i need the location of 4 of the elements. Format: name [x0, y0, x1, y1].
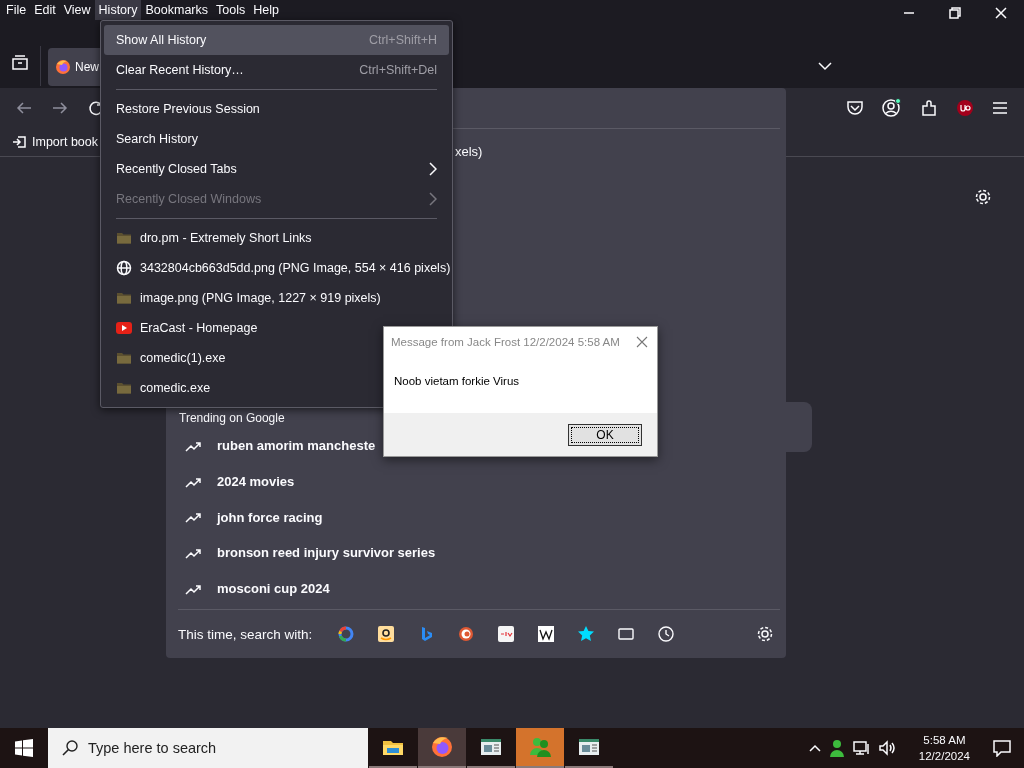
engines-label: This time, search with:: [178, 626, 313, 642]
dialog-message: Noob vietam forkie Virus: [394, 374, 520, 387]
section-heading: Trending on Google: [178, 410, 286, 428]
dialog-title: Message from Jack Frost 12/2/2024 5:58 AM: [391, 335, 620, 348]
